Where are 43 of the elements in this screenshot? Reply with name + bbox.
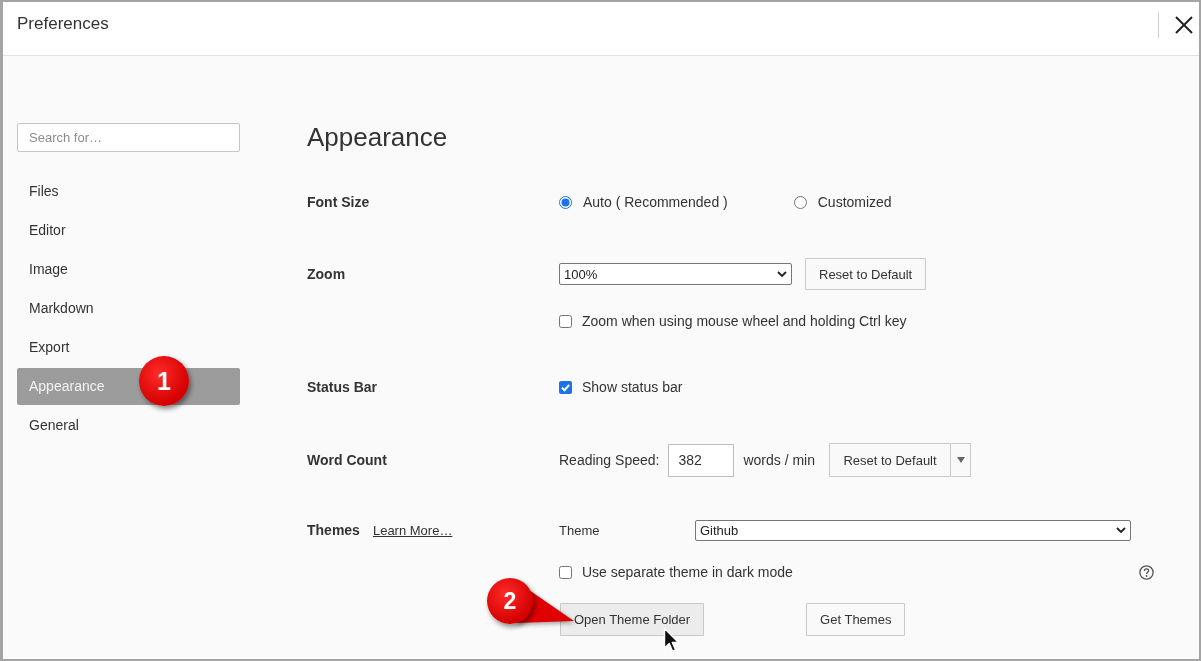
section-label: Font Size [307,194,370,210]
dropdown-select[interactable]: 100% [559,263,792,285]
action-button[interactable]: Open Theme Folder [560,603,705,636]
section-label: Word Count [307,452,387,468]
callout-badge: 1 [139,356,189,406]
chevron-down-icon [777,271,787,277]
sidebar-item[interactable]: Editor [17,212,240,249]
radio-button[interactable] [793,195,807,209]
dropdown-button[interactable] [951,443,971,477]
section-label: Status Bar [307,379,378,395]
sidebar-item[interactable]: Image [17,251,240,288]
help-icon[interactable] [1139,564,1154,580]
sidebar-item[interactable]: Markdown [17,290,240,327]
radio-label[interactable]: Auto ( Recommended ) [583,194,728,210]
section-label: Themes [307,522,360,538]
sidebar-item[interactable]: General [17,407,240,444]
reset-button[interactable]: Reset to Default [805,258,927,290]
caret-icon [956,457,965,463]
checkbox-label[interactable]: Zoom when using mouse wheel and holding Ctrl key [582,313,907,329]
checkbox[interactable] [559,380,572,394]
window-title: Preferences [17,13,110,35]
field-label: Reading Speed: [559,452,660,468]
chevron-down-icon [1116,527,1126,533]
mouse-pointer-icon [663,627,680,653]
checkbox-label[interactable]: Show status bar [582,379,683,395]
learn-more-link[interactable]: Learn More… [372,523,453,538]
checkbox[interactable] [559,565,572,579]
number-field[interactable]: 382 [668,443,735,477]
close-icon [1174,15,1194,35]
checkbox[interactable] [559,314,572,328]
callout-badge: 2 [487,578,533,624]
dropdown-select[interactable]: Github [695,519,1131,541]
radio-label[interactable]: Customized [817,194,892,210]
sidebar-item[interactable]: Files [17,173,240,210]
page-heading: Appearance [307,122,449,152]
unit-label: words / min [743,452,815,468]
search-field[interactable]: Search for… [17,123,240,152]
checkbox-label[interactable]: Use separate theme in dark mode [582,564,793,580]
radio-button[interactable] [559,195,572,209]
field-label: Theme [559,522,601,538]
action-button[interactable]: Get Themes [806,603,906,636]
reset-button[interactable]: Reset to Default [829,443,951,477]
section-label: Zoom [307,266,346,282]
